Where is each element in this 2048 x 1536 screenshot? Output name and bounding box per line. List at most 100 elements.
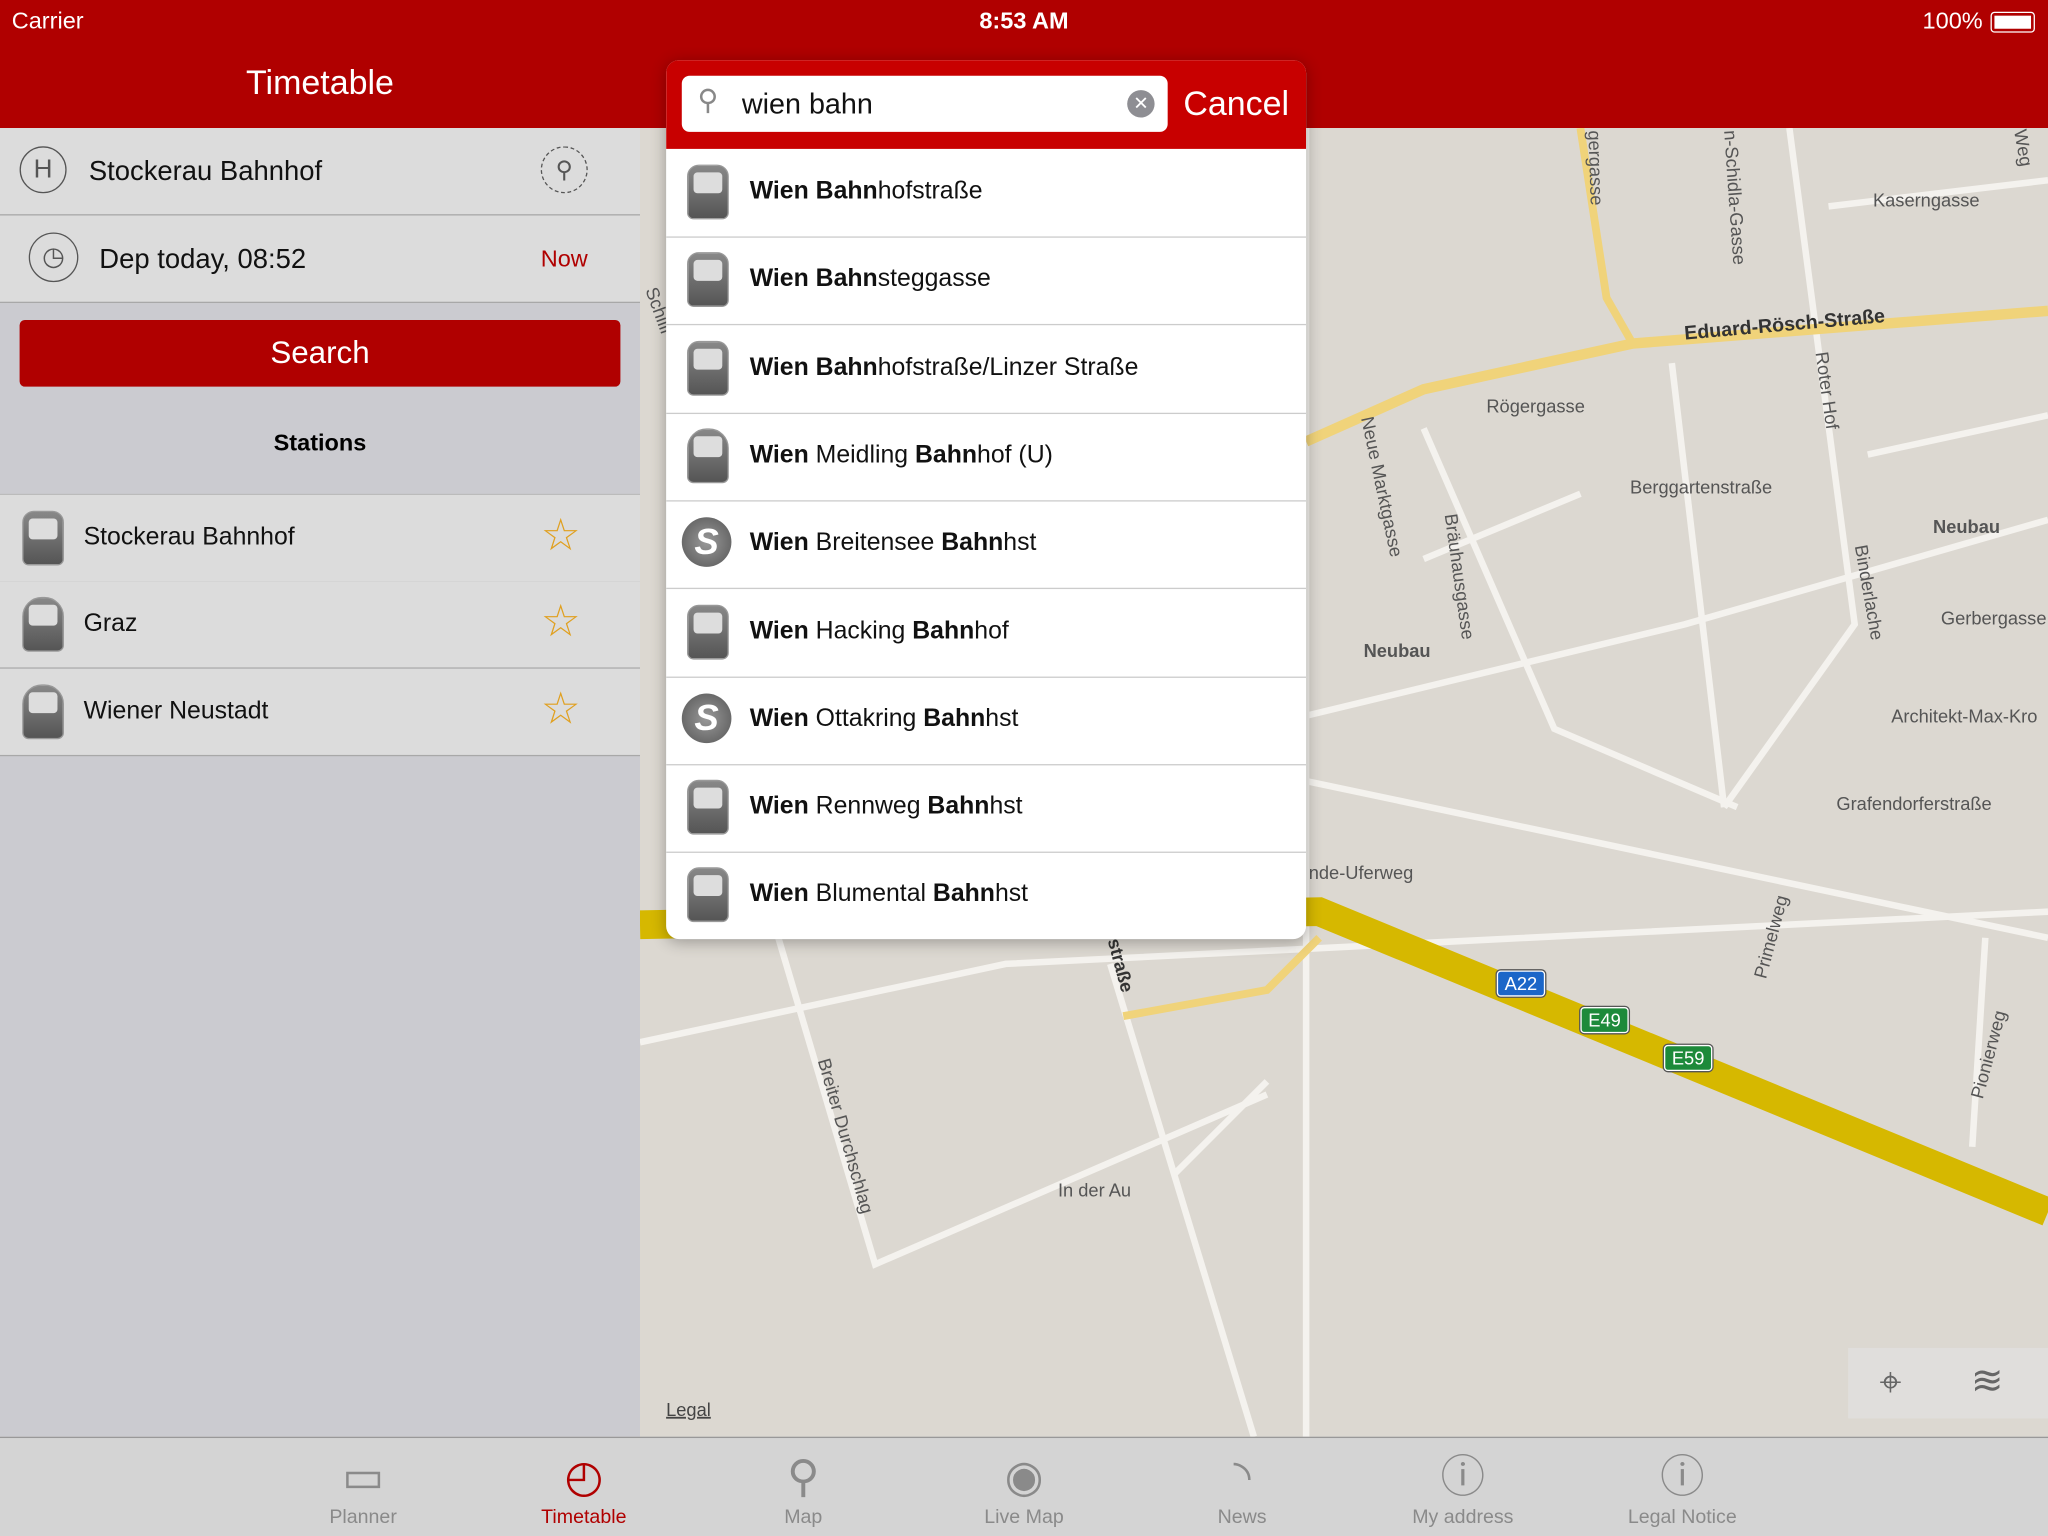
tram-icon [687, 340, 729, 396]
from-station: Stockerau Bahnhof [88, 156, 323, 187]
highway-shield: E49 [1580, 1007, 1629, 1034]
station-name: Stockerau Bahnhof [83, 523, 295, 552]
result-text: Wien [749, 705, 809, 733]
train-icon [22, 510, 64, 566]
result-text: Wien [749, 792, 809, 821]
map-label: Roter Hof [1812, 350, 1844, 431]
tab-map[interactable]: ⚲ Map [712, 1438, 895, 1536]
search-popover: ⚲ ✕ Cancel Wien BahnhofstraßeWien Bahnst… [666, 60, 1307, 940]
tab-label: My address [1412, 1505, 1514, 1529]
tab-legal-notice[interactable]: ⓘ Legal Notice [1591, 1438, 1774, 1536]
map-label: In der Au [1058, 1179, 1131, 1200]
tram-icon [687, 779, 729, 835]
star-icon[interactable]: ☆ [541, 600, 581, 644]
map-label: Grafendorferstraße [1836, 793, 1991, 814]
clock: 8:53 AM [979, 7, 1069, 34]
star-icon[interactable]: ☆ [541, 687, 581, 731]
info-italic-icon: ⓘ [1440, 1452, 1486, 1503]
highspeed-train-icon [22, 596, 64, 652]
map-label: nde-Uferweg [1309, 862, 1414, 883]
star-icon[interactable]: ☆ [541, 513, 581, 557]
result-text: hofstraße/Linzer Straße [877, 353, 1139, 381]
now-button[interactable]: Now [541, 246, 588, 273]
station-item[interactable]: Graz ☆ [0, 581, 640, 669]
page-title: Timetable [246, 62, 394, 102]
search-result[interactable]: S Wien Breitensee Bahnhst [666, 500, 1307, 590]
tab-my-address[interactable]: ⓘ My address [1371, 1438, 1554, 1536]
departure-time: Dep today, 08:52 [99, 244, 307, 275]
map-label: gergasse [1584, 130, 1608, 206]
clear-icon[interactable]: ✕ [1127, 90, 1155, 118]
map-pin-icon: ⚲ [786, 1452, 820, 1503]
result-text: Wien [749, 880, 809, 909]
map-controls: ⌖ ≋ [1848, 1347, 2048, 1419]
result-text: Bahn [932, 880, 995, 909]
result-name: Wien Blumental Bahnhst [750, 881, 1028, 910]
current-location-icon[interactable]: ⚲ [540, 146, 588, 194]
train-icon [687, 604, 729, 659]
result-text: Wien [749, 441, 809, 469]
tab-live-map[interactable]: ◉ Live Map [933, 1438, 1116, 1536]
search-result[interactable]: Wien Bahnhofstraße/Linzer Straße [666, 325, 1307, 414]
result-name: Wien Bahnsteggasse [750, 266, 991, 295]
search-icon: ⚲ [697, 83, 719, 117]
cancel-button[interactable]: Cancel [1183, 84, 1289, 124]
result-text: steggasse [877, 265, 991, 293]
from-station-field[interactable]: H Stockerau Bahnhof ⚲ [0, 127, 640, 216]
search-result[interactable]: Wien Bahnhofstraße [666, 149, 1307, 238]
tab-bar: ▭ Planner ◴ Timetable ⚲ Map ◉ Live Map ◝ News… [0, 1436, 2048, 1536]
map-label: Bräuhausgasse [1441, 512, 1479, 641]
departure-time-field[interactable]: ◷ Dep today, 08:52 Now [0, 215, 640, 304]
search-input[interactable] [739, 80, 1111, 128]
tram-icon [687, 867, 729, 923]
search-result[interactable]: Wien Blumental Bahnhst [666, 852, 1306, 939]
highway-shield: E59 [1663, 1044, 1713, 1072]
result-text: Ottakring [808, 705, 924, 733]
search-result[interactable]: Wien Bahnsteggasse [666, 237, 1307, 326]
timetable-icon: ◴ [564, 1452, 604, 1503]
result-text: Wien Bahn [749, 353, 878, 381]
station-item[interactable]: Stockerau Bahnhof ☆ [0, 493, 640, 583]
result-text: hst [989, 792, 1023, 821]
live-map-icon: ◉ [1004, 1452, 1044, 1503]
tab-label: News [1217, 1505, 1267, 1529]
result-text: hst [985, 705, 1019, 733]
clock-icon: ◷ [28, 232, 79, 283]
info-icon: ⓘ [1660, 1452, 1705, 1503]
search-field[interactable]: ⚲ ✕ [681, 75, 1168, 132]
search-bar: ⚲ ✕ Cancel [666, 60, 1307, 149]
map-label: Kaserngasse [1873, 189, 1980, 210]
search-result[interactable]: S Wien Ottakring Bahnhst [666, 676, 1307, 766]
station-name: Wiener Neustadt [83, 697, 269, 725]
tab-label: Map [784, 1505, 823, 1529]
search-result[interactable]: Wien Meidling Bahnhof (U) [666, 413, 1307, 502]
tab-label: Timetable [541, 1505, 627, 1529]
result-text: hst [994, 880, 1029, 909]
search-result[interactable]: Wien Hacking Bahnhof [666, 588, 1307, 678]
tab-timetable[interactable]: ◴ Timetable [492, 1438, 675, 1536]
result-text: Wien Bahn [749, 265, 878, 293]
result-name: Wien Hacking Bahnhof [750, 617, 1009, 646]
battery-icon [1990, 11, 2035, 32]
map-label: Pionierweg [1966, 1008, 2010, 1101]
sidebar: H Stockerau Bahnhof ⚲ ◷ Dep today, 08:52… [0, 127, 640, 1437]
result-name: Wien Meidling Bahnhof (U) [750, 441, 1053, 470]
result-name: Wien Breitensee Bahnhst [750, 529, 1037, 558]
station-item[interactable]: Wiener Neustadt ☆ [0, 668, 640, 757]
highway-shield: A22 [1496, 970, 1546, 997]
legal-link[interactable]: Legal [666, 1399, 711, 1420]
map-label: Neubau [1933, 516, 2000, 537]
search-result[interactable]: Wien Rennweg Bahnhst [666, 764, 1307, 854]
map-label: Neubau [1364, 640, 1431, 661]
tab-planner[interactable]: ▭ Planner [272, 1438, 455, 1536]
result-text: Wien Bahn [749, 177, 878, 206]
result-text: hst [1003, 529, 1037, 557]
map-label: Neue Marktgasse [1357, 414, 1407, 558]
tab-news[interactable]: ◝ News [1151, 1438, 1334, 1536]
layers-icon[interactable]: ≋ [1971, 1358, 2004, 1404]
result-text: Rennweg [808, 792, 928, 821]
search-button[interactable]: Search [19, 319, 621, 387]
result-name: Wien Bahnhofstraße/Linzer Straße [750, 353, 1139, 382]
locate-icon[interactable]: ⌖ [1880, 1361, 1902, 1405]
tab-label: Legal Notice [1627, 1505, 1737, 1529]
